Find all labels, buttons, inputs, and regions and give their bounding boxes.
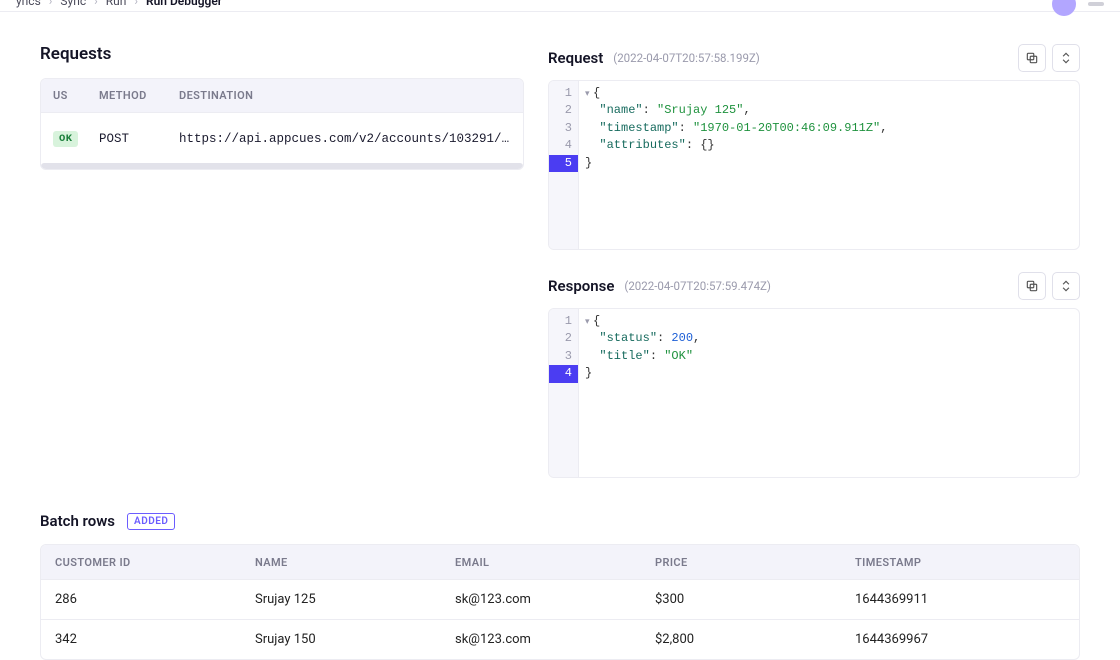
cell-price: $300 — [655, 592, 855, 607]
breadcrumb: yncs › Sync › Run › Run Debugger — [16, 0, 222, 8]
request-panel-title: Request — [548, 49, 603, 67]
response-panel-timestamp: (2022-04-07T20:57:59.474Z) — [624, 279, 771, 293]
expand-button[interactable] — [1052, 272, 1080, 300]
breadcrumb-item[interactable]: Sync — [60, 0, 86, 8]
batch-table-header: CUSTOMER ID NAME EMAIL PRICE TIMESTAMP — [41, 545, 1079, 579]
cell-customer-id: 286 — [55, 592, 255, 607]
batch-rows-title: Batch rows — [40, 512, 115, 530]
status-badge: OK — [53, 131, 78, 147]
table-row[interactable]: 286 Srujay 125 sk@123.com $300 164436991… — [41, 579, 1079, 619]
batch-rows-table: CUSTOMER ID NAME EMAIL PRICE TIMESTAMP 2… — [40, 544, 1080, 660]
request-panel-timestamp: (2022-04-07T20:57:58.199Z) — [613, 51, 760, 65]
avatar[interactable] — [1052, 0, 1076, 16]
response-code[interactable]: 1234 ▾{ "status": 200, "title": "OK"} — [548, 308, 1080, 478]
request-destination: https://api.appcues.com/v2/accounts/1032… — [167, 132, 511, 146]
cell-customer-id: 342 — [55, 632, 255, 647]
request-method: POST — [87, 132, 167, 146]
cell-price: $2,800 — [655, 632, 855, 647]
breadcrumb-item[interactable]: yncs — [16, 0, 41, 8]
table-row[interactable]: 342 Srujay 150 sk@123.com $2,800 1644369… — [41, 619, 1079, 659]
batch-rows-badge: ADDED — [127, 513, 175, 530]
cell-email: sk@123.com — [455, 592, 655, 607]
col-customer-id: CUSTOMER ID — [55, 556, 255, 569]
copy-button[interactable] — [1018, 44, 1046, 72]
response-panel: Response (2022-04-07T20:57:59.474Z) 1234… — [548, 272, 1080, 478]
copy-button[interactable] — [1018, 272, 1046, 300]
requests-table-row[interactable]: OK POST https://api.appcues.com/v2/accou… — [41, 112, 523, 165]
col-email: EMAIL — [455, 556, 655, 569]
breadcrumb-item[interactable]: Run — [106, 0, 127, 8]
breadcrumb-item-current: Run Debugger — [146, 0, 222, 8]
topbar: yncs › Sync › Run › Run Debugger — [0, 0, 1120, 12]
request-panel: Request (2022-04-07T20:57:58.199Z) 12345… — [548, 44, 1080, 250]
requests-table: US METHOD DESTINATION OK POST https://ap… — [40, 78, 524, 170]
cell-email: sk@123.com — [455, 632, 655, 647]
expand-button[interactable] — [1052, 44, 1080, 72]
batch-rows-section: Batch rows ADDED CUSTOMER ID NAME EMAIL … — [0, 500, 1120, 660]
col-status: US — [41, 89, 87, 102]
menu-icon[interactable] — [1088, 2, 1104, 6]
col-destination: DESTINATION — [167, 89, 511, 102]
response-panel-title: Response — [548, 277, 614, 295]
horizontal-scrollbar[interactable] — [41, 163, 523, 169]
cell-timestamp: 1644369967 — [855, 632, 1065, 647]
cell-name: Srujay 150 — [255, 632, 455, 647]
requests-title: Requests — [40, 44, 524, 64]
col-method: METHOD — [87, 89, 167, 102]
cell-timestamp: 1644369911 — [855, 592, 1065, 607]
col-name: NAME — [255, 556, 455, 569]
col-timestamp: TIMESTAMP — [855, 556, 1065, 569]
breadcrumb-sep: › — [49, 0, 53, 8]
breadcrumb-sep: › — [94, 0, 98, 8]
cell-name: Srujay 125 — [255, 592, 455, 607]
breadcrumb-sep: › — [134, 0, 138, 8]
requests-table-header: US METHOD DESTINATION — [41, 79, 523, 112]
request-code[interactable]: 12345 ▾{ "name": "Srujay 125", "timestam… — [548, 80, 1080, 250]
col-price: PRICE — [655, 556, 855, 569]
